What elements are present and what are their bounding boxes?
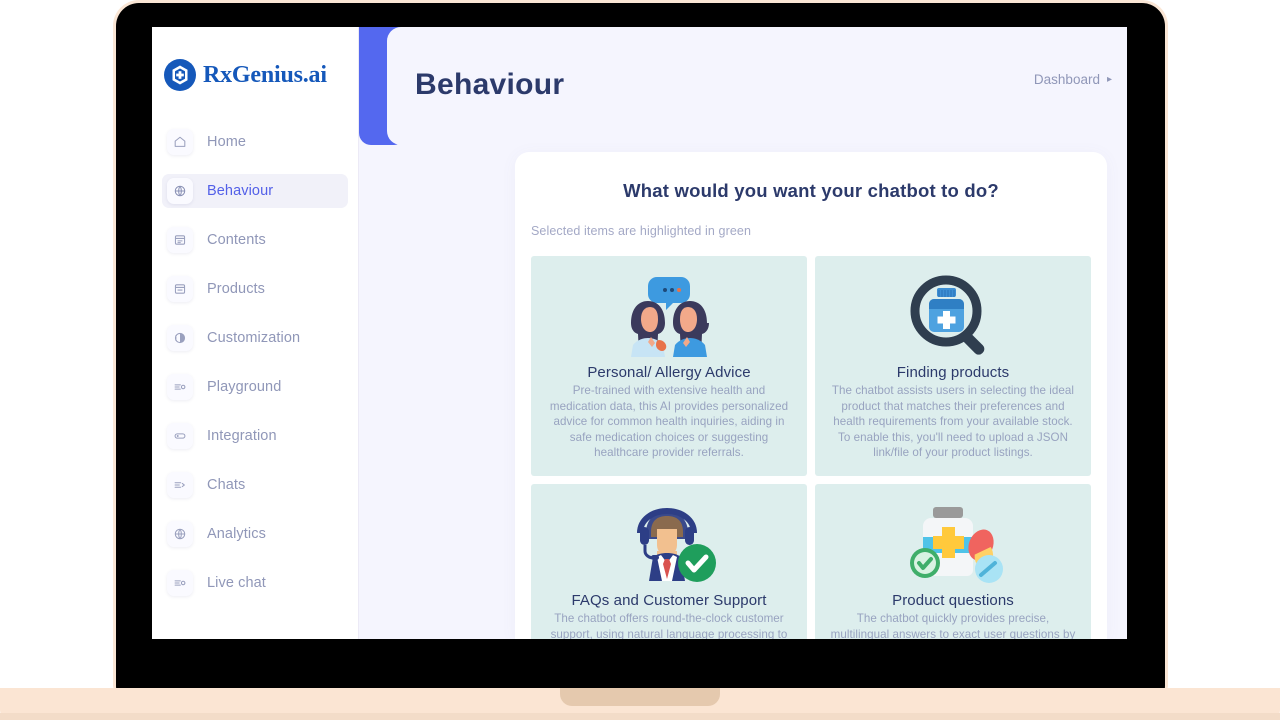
sidebar-item-label: Behaviour	[207, 183, 274, 199]
live-chat-icon	[167, 570, 193, 596]
sidebar-item-integration[interactable]: Integration	[162, 419, 348, 453]
sidebar-item-label: Chats	[207, 477, 246, 493]
option-card-faqs-and-customer-support[interactable]: FAQs and Customer Support The chatbot of…	[531, 484, 807, 639]
option-card-finding-products[interactable]: Finding products The chatbot assists use…	[815, 256, 1091, 476]
option-description: The chatbot assists users in selecting t…	[831, 384, 1075, 460]
sidebar-item-label: Customization	[207, 330, 301, 346]
sidebar-item-home[interactable]: Home	[162, 125, 348, 159]
sidebar-nav: Home Behaviour Contents Products Customi…	[152, 125, 358, 600]
sidebar-item-label: Playground	[207, 379, 282, 395]
sidebar-item-label: Contents	[207, 232, 266, 248]
sidebar-item-label: Home	[207, 134, 247, 150]
playground-icon	[167, 374, 193, 400]
laptop-trackpad-notch	[560, 688, 720, 706]
brand-logo[interactable]: RxGenius.ai	[152, 27, 358, 92]
option-title: Product questions	[892, 592, 1014, 609]
rx-shield-plus-icon	[163, 58, 197, 92]
behaviour-options-grid: Personal/ Allergy Advice Pre-trained wit…	[515, 238, 1107, 639]
brand-name: RxGenius.ai	[203, 61, 327, 88]
integration-toggle-icon	[167, 423, 193, 449]
sidebar-item-products[interactable]: Products	[162, 272, 348, 306]
sidebar-item-customization[interactable]: Customization	[162, 321, 348, 355]
option-card-product-questions[interactable]: Product questions The chatbot quickly pr…	[815, 484, 1091, 639]
option-description: The chatbot quickly provides precise, mu…	[830, 612, 1076, 639]
sidebar-item-playground[interactable]: Playground	[162, 370, 348, 404]
chats-icon	[167, 472, 193, 498]
sidebar-item-label: Live chat	[207, 575, 266, 591]
option-title: Personal/ Allergy Advice	[587, 364, 751, 381]
sidebar-item-label: Integration	[207, 428, 277, 444]
panel-subtitle: Selected items are highlighted in green	[531, 224, 752, 238]
page-header: Behaviour Dashboard ▸	[387, 27, 1127, 145]
behaviour-globe-icon	[167, 178, 193, 204]
app-screen: RxGenius.ai Home Behaviour Contents Prod…	[152, 27, 1127, 639]
contents-icon	[167, 227, 193, 253]
customization-icon	[167, 325, 193, 351]
sidebar: RxGenius.ai Home Behaviour Contents Prod…	[152, 27, 359, 639]
sidebar-item-contents[interactable]: Contents	[162, 223, 348, 257]
sidebar-item-chats[interactable]: Chats	[162, 468, 348, 502]
laptop-base-edge	[0, 713, 1280, 720]
sidebar-item-live-chat[interactable]: Live chat	[162, 566, 348, 600]
option-description: The chatbot offers round-the-clock custo…	[550, 612, 788, 639]
option-card-personal-allergy-advice[interactable]: Personal/ Allergy Advice Pre-trained wit…	[531, 256, 807, 476]
breadcrumb[interactable]: Dashboard ▸	[1034, 72, 1112, 87]
option-title: Finding products	[896, 364, 1010, 381]
magnifier-medicine-bottle-icon	[827, 268, 1079, 360]
chevron-right-icon: ▸	[1106, 74, 1112, 85]
analytics-globe-icon	[167, 521, 193, 547]
breadcrumb-label: Dashboard	[1033, 72, 1100, 87]
option-description: Pre-trained with extensive health and me…	[549, 384, 789, 460]
behaviour-panel: What would you want your chatbot to do? …	[515, 152, 1107, 639]
products-icon	[167, 276, 193, 302]
option-title: FAQs and Customer Support	[571, 592, 767, 609]
sidebar-item-label: Products	[207, 281, 266, 297]
sidebar-item-analytics[interactable]: Analytics	[162, 517, 348, 551]
two-people-talking-icon	[543, 268, 795, 360]
pill-bottle-pills-icon	[827, 496, 1079, 588]
page-title: Behaviour	[415, 68, 565, 101]
sidebar-item-behaviour[interactable]: Behaviour	[162, 174, 348, 208]
home-icon	[167, 129, 193, 155]
panel-title: What would you want your chatbot to do?	[623, 180, 999, 201]
support-agent-headset-icon	[543, 496, 795, 588]
sidebar-item-label: Analytics	[207, 526, 266, 542]
